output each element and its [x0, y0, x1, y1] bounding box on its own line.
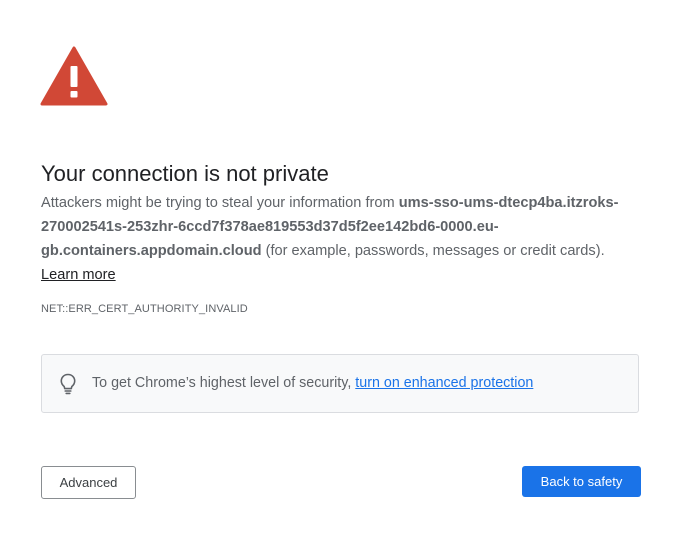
- lightbulb-icon: [60, 373, 76, 395]
- security-tip-box: To get Chrome’s highest level of securit…: [41, 354, 639, 413]
- security-tip-label: To get Chrome’s highest level of securit…: [92, 375, 356, 391]
- warning-triangle-icon: [40, 46, 108, 106]
- page-title: Your connection is not private: [41, 160, 329, 186]
- error-message: Attackers might be trying to steal your …: [41, 191, 641, 287]
- message-prefix: Attackers might be trying to steal your …: [41, 195, 399, 211]
- learn-more-link[interactable]: Learn more: [41, 267, 116, 283]
- back-to-safety-button[interactable]: Back to safety: [522, 466, 641, 497]
- advanced-button[interactable]: Advanced: [41, 466, 136, 499]
- error-code: NET::ERR_CERT_AUTHORITY_INVALID: [41, 303, 248, 315]
- message-suffix: (for example, passwords, messages or cre…: [261, 243, 605, 259]
- security-tip-text: To get Chrome’s highest level of securit…: [92, 375, 533, 391]
- enhanced-protection-link[interactable]: turn on enhanced protection: [355, 375, 533, 391]
